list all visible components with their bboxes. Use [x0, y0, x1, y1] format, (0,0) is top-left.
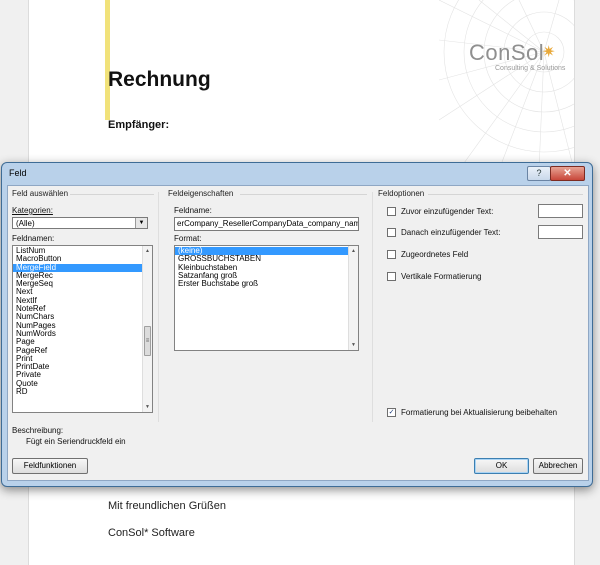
- ok-button[interactable]: OK: [474, 458, 529, 474]
- before-text-label: Zuvor einzufügender Text:: [401, 207, 494, 216]
- fieldnames-items: ListNum MacroButton MergeField MergeRec Merg…: [13, 246, 142, 396]
- description-label: Beschreibung:: [12, 426, 64, 435]
- category-label: Kategorien:: [12, 206, 53, 215]
- after-text-checkbox[interactable]: [387, 228, 396, 237]
- list-item[interactable]: Erster Buchstabe groß: [175, 279, 348, 288]
- group-separator: [70, 194, 154, 195]
- scroll-up-icon[interactable]: ▲: [143, 248, 152, 254]
- keep-format-label: Formatierung bei Aktualisierung beibehal…: [401, 408, 558, 417]
- keep-format-checkbox[interactable]: ✓: [387, 408, 396, 417]
- group-title-field-properties: Feldeigenschaften: [168, 189, 234, 198]
- chevron-down-icon[interactable]: ▼: [135, 218, 147, 228]
- format-scrollbar[interactable]: ▲ ▼: [348, 246, 358, 350]
- format-label: Format:: [174, 234, 202, 243]
- after-text-input[interactable]: [538, 225, 583, 239]
- logo-wordmark: ConSol: [469, 40, 545, 65]
- field-dialog: Feld ? ✕ Feld auswählen Kategorien: (All…: [1, 162, 593, 487]
- group-title-select-field: Feld auswählen: [12, 189, 69, 198]
- format-list[interactable]: (keine) GROSSBUCHSTABEN Kleinbuchstaben Sat…: [174, 245, 359, 351]
- description-text: Fügt ein Seriendruckfeld ein: [26, 437, 126, 446]
- help-button[interactable]: ?: [527, 166, 551, 181]
- before-text-input[interactable]: [538, 204, 583, 218]
- greeting-text: Mit freundlichen Grüßen: [108, 500, 226, 512]
- cancel-button[interactable]: Abbrechen: [533, 458, 583, 474]
- logo-rays-graphic: [439, 0, 574, 170]
- scroll-thumb[interactable]: ≡: [144, 326, 151, 356]
- dialog-body: Feld auswählen Kategorien: (Alle) ▼ Feld…: [7, 185, 589, 481]
- close-button[interactable]: ✕: [550, 166, 585, 181]
- list-item[interactable]: MergeSeq: [13, 279, 142, 288]
- group-divider-left: [158, 192, 159, 422]
- fieldnames-list[interactable]: ListNum MacroButton MergeField MergeRec Merg…: [12, 245, 153, 413]
- recipient-label: Empfänger:: [108, 119, 170, 131]
- format-items: (keine) GROSSBUCHSTABEN Kleinbuchstaben Sat…: [175, 246, 348, 288]
- vertical-format-checkbox[interactable]: [387, 272, 396, 281]
- category-select[interactable]: (Alle) ▼: [12, 217, 148, 229]
- fieldnames-label: Feldnamen:: [12, 234, 55, 243]
- scroll-down-icon[interactable]: ▼: [143, 404, 152, 410]
- signature-text: ConSol* Software: [108, 527, 195, 539]
- fieldname-label: Feldname:: [174, 206, 212, 215]
- mapped-field-label: Zugeordnetes Feld: [401, 250, 469, 259]
- dialog-title: Feld: [9, 168, 27, 178]
- list-item[interactable]: RD: [13, 387, 142, 396]
- logo-tagline: Consulting & Solutions: [495, 65, 566, 72]
- vertical-format-label: Vertikale Formatierung: [401, 272, 482, 281]
- accent-bar: [105, 0, 110, 120]
- group-separator: [428, 194, 583, 195]
- list-item[interactable]: PageRef: [13, 346, 142, 355]
- fieldnames-scrollbar[interactable]: ▲ ≡ ▼: [142, 246, 152, 412]
- scroll-down-icon[interactable]: ▼: [349, 342, 358, 348]
- mapped-field-checkbox[interactable]: [387, 250, 396, 259]
- list-item[interactable]: Quote: [13, 379, 142, 388]
- dialog-titlebar[interactable]: Feld ? ✕: [2, 163, 592, 183]
- category-value: (Alle): [16, 219, 35, 228]
- group-divider-right: [372, 192, 373, 422]
- group-title-field-options: Feldoptionen: [378, 189, 425, 198]
- before-text-checkbox[interactable]: [387, 207, 396, 216]
- logo-sun-icon: ✷: [542, 44, 556, 61]
- after-text-label: Danach einzufügender Text:: [401, 228, 501, 237]
- fieldname-input[interactable]: erCompany_ResellerCompanyData_company_na…: [174, 217, 359, 231]
- scroll-up-icon[interactable]: ▲: [349, 248, 358, 254]
- group-separator: [240, 194, 367, 195]
- field-functions-button[interactable]: Feldfunktionen: [12, 458, 88, 474]
- invoice-title: Rechnung: [108, 68, 211, 91]
